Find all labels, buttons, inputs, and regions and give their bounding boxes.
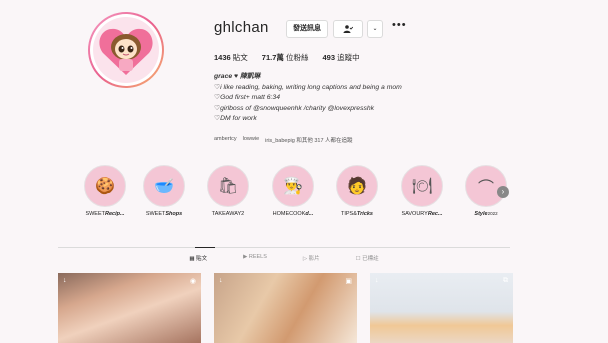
profile-tabs: ▦ 貼文 ▶ REELS ▷ 影片 ☐ 已標註 [58,254,510,262]
post-thumbnail[interactable]: ↓ ▣ [214,273,357,343]
reel-icon: ◉ [189,278,196,285]
grid-icon: ▦ [189,256,195,262]
follower-link[interactable]: ambertcy [214,136,237,144]
send-message-button[interactable]: 發送訊息 [286,20,328,38]
posts-stat[interactable]: 1436 貼文 [214,52,248,63]
tab-label: 貼文 [196,256,208,262]
followed-by[interactable]: ambertcy lowwie iris_babepig 和其他 317 人都在… [214,136,353,144]
highlight-takeaway[interactable]: 🛍 TAKEAWAY2 [201,165,255,217]
following-button[interactable] [333,20,363,38]
bio-line: ♡God first+ matt 6:34 [214,94,280,101]
highlight-label-plain: TIPS& [340,211,357,217]
tab-label: REELS [248,254,267,260]
highlight-sweet-recipes[interactable]: 🍪 SWEETRecip... [78,165,132,217]
tabs-divider [58,247,510,248]
posts-count: 1436 [214,53,231,62]
chef-avatar-icon: 🧑 [336,165,378,207]
avatar-frame [90,14,162,86]
following-count: 493 [322,53,335,62]
cookie-icon: 🍪 [84,165,126,207]
profile-stats: 1436 貼文 71.7萬 位粉絲 493 追蹤中 [214,52,360,63]
profile-bio: grace ♥ 陳凱琳 ♡i like reading, baking, wri… [214,72,402,125]
tagged-icon: ☐ [355,256,361,262]
following-label: 追蹤中 [337,53,360,62]
highlight-label: TIPS&Tricks [330,211,384,217]
profile-display-name: grace ♥ 陳凱琳 [214,73,261,80]
bio-line: ♡DM for work [214,115,257,122]
video-icon: ▷ [302,256,308,262]
highlight-label-bold: d... [305,211,314,217]
followers-count: 71.7萬 [261,53,284,62]
highlight-label-bold: Rec... [427,211,443,217]
highlight-label-bold: Style [474,211,488,217]
tab-label: 影片 [308,256,320,262]
reels-icon: ▶ [243,254,248,260]
profile-avatar[interactable] [88,12,164,88]
posts-label: 貼文 [232,53,248,62]
chef-hat-icon: 👨‍🍳 [272,165,314,207]
highlight-label-plain: TAKEAWAY2 [211,211,245,217]
tab-label: 已標註 [362,256,379,262]
person-check-icon [343,25,354,33]
following-stat[interactable]: 493 追蹤中 [322,52,359,63]
highlights-next-arrow-icon[interactable]: › [497,186,509,198]
post-thumbnail[interactable]: ↓ ◉ [58,273,201,343]
highlight-label-bold: Tricks [356,211,373,217]
cloche-icon: 🍽 [401,165,443,207]
highlight-label-plain: SAVOURY [401,211,428,217]
highlight-label-bold: Recip... [105,211,125,217]
highlight-label: SWEETShops [137,211,191,217]
reel-icon: ▣ [345,278,352,285]
highlight-label: SWEETRecip... [78,211,132,217]
post-thumbnail[interactable]: ↓ ⧉ [370,273,513,343]
highlight-label: HOMECOOKd... [266,211,320,217]
suggested-accounts-button[interactable]: ⌄ [367,20,383,38]
bio-line: ♡i like reading, baking, writing long ca… [214,83,402,91]
follower-link[interactable]: lowwie [243,136,260,144]
mixer-icon: 🥣 [143,165,185,207]
highlight-label-plain: SWEET [85,211,105,217]
followers-stat[interactable]: 71.7萬 位粉絲 [262,52,309,63]
highlight-label-plain: SWEET [145,211,166,217]
download-icon[interactable]: ↓ [63,277,67,284]
avatar-image [93,17,159,83]
highlight-tips-tricks[interactable]: 🧑 TIPS&Tricks [330,165,384,217]
chevron-down-icon: ⌄ [372,26,378,32]
multiple-images-icon: ⧉ [503,277,508,284]
tab-videos[interactable]: ▷ 影片 [303,254,320,262]
highlight-savoury-recipes[interactable]: 🍽 SAVOURYRec... [395,165,449,217]
tab-posts[interactable]: ▦ 貼文 [189,254,207,262]
follower-link[interactable]: iris_babepig 和其他 317 人都在追蹤 [265,136,352,144]
highlight-homecooked[interactable]: 👨‍🍳 HOMECOOKd... [266,165,320,217]
highlight-label-suffix: 2022 [487,211,498,216]
tab-tagged[interactable]: ☐ 已標註 [356,254,379,262]
profile-username: ghlchan [214,19,269,36]
download-icon[interactable]: ↓ [375,277,379,284]
tab-reels[interactable]: ▶ REELS [243,254,267,262]
more-options-icon[interactable]: ••• [392,19,407,31]
highlight-label: TAKEAWAY2 [201,211,255,217]
highlight-label-plain: HOMECOOK [272,211,306,217]
download-icon[interactable]: ↓ [219,277,223,284]
highlight-sweet-shops[interactable]: 🥣 SWEETShops [137,165,191,217]
followers-label: 位粉絲 [285,53,309,62]
highlight-label: Style2022 [459,211,513,217]
active-tab-indicator [195,247,215,248]
highlight-label-bold: Shops [165,211,183,217]
takeaway-bag-icon: 🛍 [207,165,249,207]
bio-line[interactable]: ♡girlboss of @snowqueenhk /charity @love… [214,104,402,115]
highlight-label: SAVOURYRec... [395,211,449,217]
cartoon-avatar-illustration [99,28,153,75]
